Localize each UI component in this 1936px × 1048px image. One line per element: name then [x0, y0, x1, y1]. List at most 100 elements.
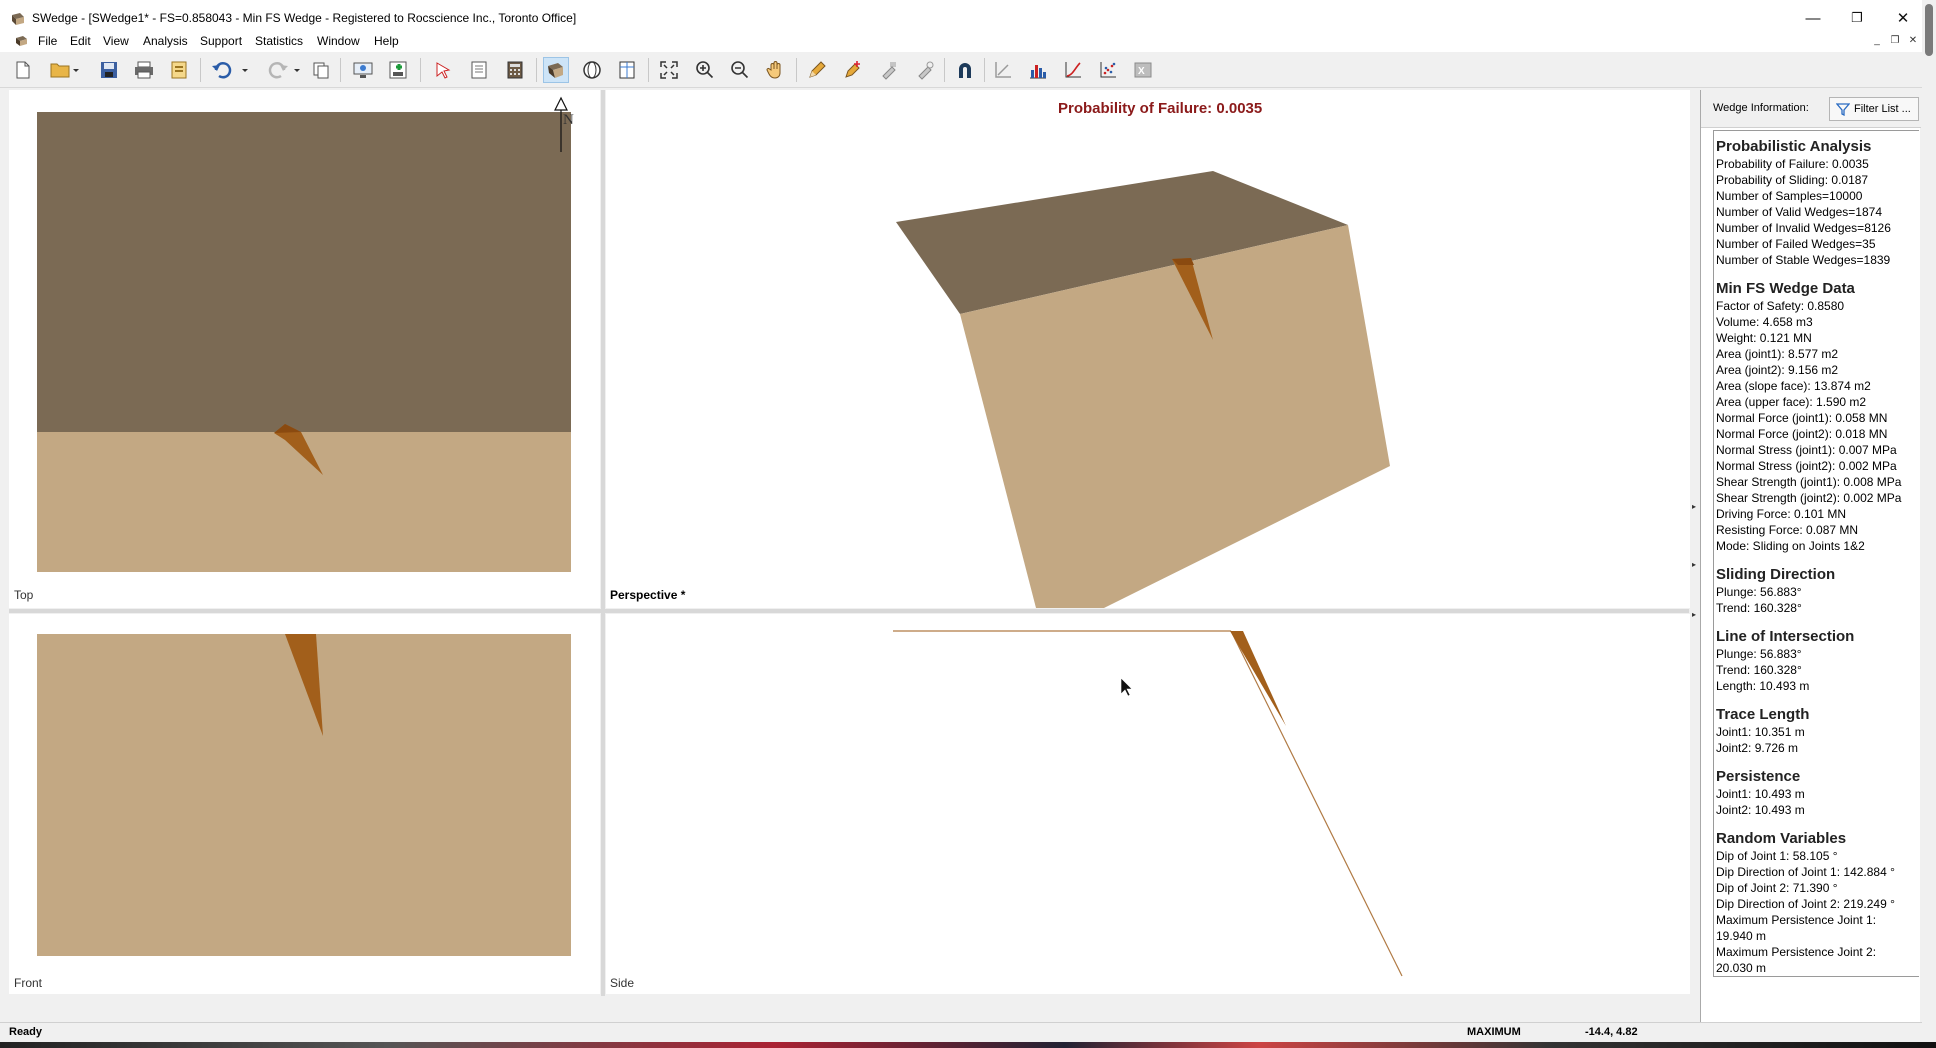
splitter-arrow-icon[interactable]: ▸ — [1692, 610, 1696, 619]
toolbar: X — [0, 52, 1936, 88]
info-line: Dip Direction of Joint 2: 219.249 ° — [1716, 897, 1895, 911]
menu-edit[interactable]: Edit — [70, 34, 91, 48]
menu-view[interactable]: View — [103, 34, 129, 48]
menu-support[interactable]: Support — [200, 34, 242, 48]
document-icon[interactable] — [15, 34, 29, 48]
side-view-canvas — [893, 630, 1403, 977]
horizontal-splitter[interactable] — [9, 609, 1689, 613]
window-title: SWedge - [SWedge1* - FS=0.858043 - Min F… — [32, 11, 577, 25]
export-icon[interactable] — [166, 57, 192, 83]
redo-icon[interactable] — [260, 57, 304, 83]
split-view-icon[interactable] — [614, 57, 640, 83]
section-title: Random Variables — [1716, 830, 1847, 847]
zoom-out-icon[interactable] — [727, 57, 753, 83]
top-view-label: Top — [14, 588, 34, 602]
calculator-icon[interactable] — [502, 57, 528, 83]
section-title: Line of Intersection — [1716, 628, 1855, 645]
display-options-icon[interactable] — [350, 57, 376, 83]
top-viewport[interactable]: N Top — [9, 90, 600, 608]
svg-text:X: X — [1138, 66, 1145, 77]
tool-a-icon[interactable] — [876, 57, 902, 83]
vertical-splitter[interactable] — [601, 90, 605, 996]
info-line: Joint1: 10.351 m — [1716, 725, 1805, 739]
splitter-arrow-icon[interactable]: ▸ — [1692, 560, 1696, 569]
info-line: Dip of Joint 2: 71.390 ° — [1716, 881, 1838, 895]
wedge-information-label: Wedge Information: — [1713, 102, 1809, 114]
menu-analysis[interactable]: Analysis — [143, 34, 188, 48]
info-line: Resisting Force: 0.087 MN — [1716, 523, 1859, 537]
info-line: 20.030 m — [1716, 961, 1767, 975]
info-line: Area (joint2): 9.156 m2 — [1716, 363, 1839, 377]
filter-icon — [1836, 103, 1850, 116]
info-line: Normal Stress (joint1): 0.007 MPa — [1716, 443, 1897, 457]
info-line: Normal Force (joint2): 0.018 MN — [1716, 427, 1888, 441]
perspective-view-canvas — [896, 171, 1390, 608]
mdi-restore-icon[interactable]: ❐ — [1888, 34, 1902, 48]
info-line: Area (upper face): 1.590 m2 — [1716, 395, 1867, 409]
filter-list-label: Filter List ... — [1854, 103, 1911, 115]
scrollbar-thumb[interactable] — [1925, 4, 1933, 56]
info-line: Mode: Sliding on Joints 1&2 — [1716, 539, 1865, 553]
mdi-minimize-icon[interactable]: _ — [1870, 34, 1884, 48]
sphere-view-icon[interactable] — [579, 57, 605, 83]
open-folder-icon[interactable] — [46, 57, 82, 83]
perspective-viewport[interactable]: Probability of Failure: 0.0035 Perspecti… — [606, 90, 1690, 608]
info-viewer-icon[interactable] — [466, 57, 492, 83]
add-pencil-icon[interactable] — [840, 57, 866, 83]
info-line: Probability of Sliding: 0.0187 — [1716, 173, 1869, 187]
splitter-arrow-icon[interactable]: ▸ — [1692, 502, 1696, 511]
mdi-close-icon[interactable]: ✕ — [1906, 34, 1920, 48]
save-icon[interactable] — [96, 57, 122, 83]
magnet-icon[interactable] — [952, 57, 978, 83]
side-viewport[interactable]: Side — [606, 614, 1690, 994]
filter-list-button[interactable]: Filter List ... — [1829, 97, 1919, 121]
info-line: Normal Stress (joint2): 0.002 MPa — [1716, 459, 1897, 473]
wedge-view-icon[interactable] — [543, 57, 569, 83]
info-line: Volume: 4.658 m3 — [1716, 315, 1813, 329]
menu-help[interactable]: Help — [374, 34, 399, 48]
info-line: Joint1: 10.493 m — [1716, 787, 1805, 801]
info-line: Maximum Persistence Joint 1: — [1716, 913, 1877, 927]
swedge-app-icon — [12, 13, 24, 25]
info-line: Probability of Failure: 0.0035 — [1716, 157, 1869, 171]
add-support-icon[interactable] — [386, 57, 412, 83]
info-line: Trend: 160.328° — [1716, 601, 1802, 615]
front-viewport[interactable]: Front — [9, 614, 600, 994]
scatter-icon[interactable] — [1095, 57, 1121, 83]
cumulative-icon[interactable] — [1060, 57, 1086, 83]
info-line: Normal Force (joint1): 0.058 MN — [1716, 411, 1888, 425]
new-file-icon[interactable] — [10, 57, 36, 83]
tool-b-icon[interactable] — [912, 57, 938, 83]
select-icon[interactable] — [430, 57, 456, 83]
info-line: Number of Failed Wedges=35 — [1716, 237, 1876, 251]
pencil-icon[interactable] — [804, 57, 830, 83]
close-icon: ✕ — [1896, 10, 1910, 27]
restore-icon: ❐ — [1851, 10, 1863, 25]
section-title: Min FS Wedge Data — [1716, 280, 1855, 297]
section-title: Probabilistic Analysis — [1716, 138, 1872, 155]
info-line: Shear Strength (joint2): 0.002 MPa — [1716, 491, 1902, 505]
zoom-extents-icon[interactable] — [656, 57, 682, 83]
menu-window[interactable]: Window — [317, 34, 360, 48]
print-icon[interactable] — [131, 57, 157, 83]
info-line: Factor of Safety: 0.8580 — [1716, 299, 1845, 313]
status-ready: Ready — [9, 1026, 43, 1038]
info-line: 19.940 m — [1716, 929, 1767, 943]
minimize-icon: — — [1805, 9, 1821, 27]
menu-statistics[interactable]: Statistics — [255, 34, 303, 48]
zoom-in-icon[interactable] — [692, 57, 718, 83]
top-view-canvas — [37, 96, 571, 572]
menu-file[interactable]: File — [38, 34, 57, 48]
front-view-canvas — [37, 634, 571, 956]
undo-icon[interactable] — [208, 57, 252, 83]
vertical-scrollbar[interactable] — [1922, 0, 1936, 1048]
histogram-icon[interactable] — [1025, 57, 1051, 83]
excel-icon[interactable]: X — [1130, 57, 1156, 83]
panel-splitter[interactable]: ▸ ▸ ▸ — [1691, 90, 1699, 996]
info-line: Number of Invalid Wedges=8126 — [1716, 221, 1891, 235]
axes-icon[interactable] — [990, 57, 1016, 83]
info-line: Plunge: 56.883° — [1716, 647, 1802, 661]
info-line: Driving Force: 0.101 MN — [1716, 507, 1847, 521]
copy-icon[interactable] — [308, 57, 334, 83]
pan-icon[interactable] — [762, 57, 788, 83]
